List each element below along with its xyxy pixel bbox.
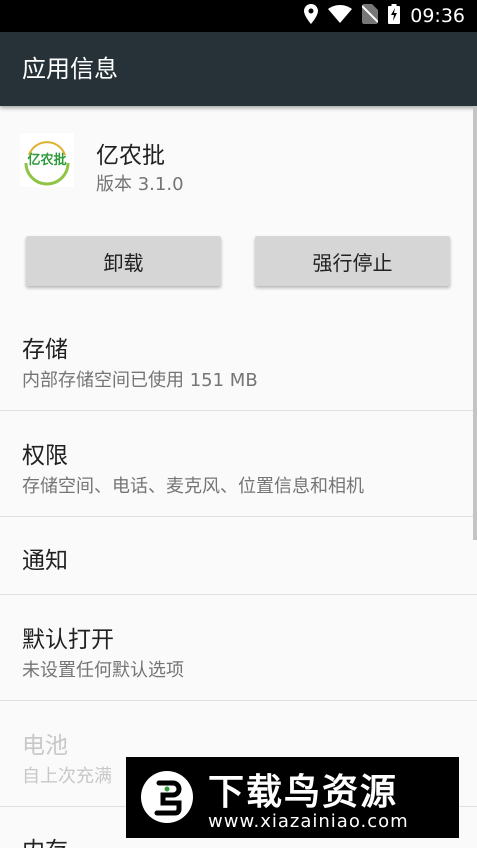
bird-logo-icon xyxy=(141,771,193,823)
notifications-item[interactable]: 通知 xyxy=(0,517,477,594)
app-bar: 应用信息 xyxy=(0,32,477,106)
app-version: 版本 3.1.0 xyxy=(96,174,184,195)
status-time: 09:36 xyxy=(410,5,465,27)
page-title: 应用信息 xyxy=(22,55,118,83)
watermark-title: 下载鸟资源 xyxy=(208,772,399,813)
storage-title: 存储 xyxy=(22,337,68,363)
open-by-default-title: 默认打开 xyxy=(22,627,114,653)
wifi-icon xyxy=(328,5,353,27)
memory-title: 内存 xyxy=(22,831,68,848)
permissions-title: 权限 xyxy=(22,443,68,469)
app-info-content[interactable]: 亿农批 亿农批 版本 3.1.0 卸载 强行停止 存储 内部存储空间已使用 15… xyxy=(0,106,477,848)
status-bar: 09:36 xyxy=(0,0,477,32)
battery-subtitle: 自上次充满 xyxy=(22,766,112,787)
uninstall-button[interactable]: 卸载 xyxy=(26,236,221,286)
scrollbar[interactable] xyxy=(473,106,477,540)
no-sim-icon xyxy=(361,4,379,28)
app-icon: 亿农批 xyxy=(20,133,74,187)
notifications-title: 通知 xyxy=(22,548,68,574)
open-by-default-subtitle: 未设置任何默认选项 xyxy=(22,660,184,681)
watermark-url: www.xiazainiao.com xyxy=(208,811,409,832)
app-header: 亿农批 亿农批 版本 3.1.0 xyxy=(0,106,477,216)
battery-charging-icon xyxy=(388,4,401,28)
app-name: 亿农批 xyxy=(96,143,165,169)
storage-subtitle: 内部存储空间已使用 151 MB xyxy=(22,370,258,391)
open-by-default-item[interactable]: 默认打开 未设置任何默认选项 xyxy=(0,595,477,700)
status-icons: 09:36 xyxy=(304,0,465,32)
force-stop-button[interactable]: 强行停止 xyxy=(255,236,450,286)
storage-item[interactable]: 存储 内部存储空间已使用 151 MB xyxy=(0,306,477,410)
battery-title: 电池 xyxy=(22,733,68,759)
watermark-banner: 下载鸟资源 www.xiazainiao.com xyxy=(126,757,459,838)
permissions-item[interactable]: 权限 存储空间、电话、麦克风、位置信息和相机 xyxy=(0,411,477,516)
location-icon xyxy=(304,4,319,28)
app-icon-text: 亿农批 xyxy=(27,152,66,168)
permissions-subtitle: 存储空间、电话、麦克风、位置信息和相机 xyxy=(22,476,364,497)
